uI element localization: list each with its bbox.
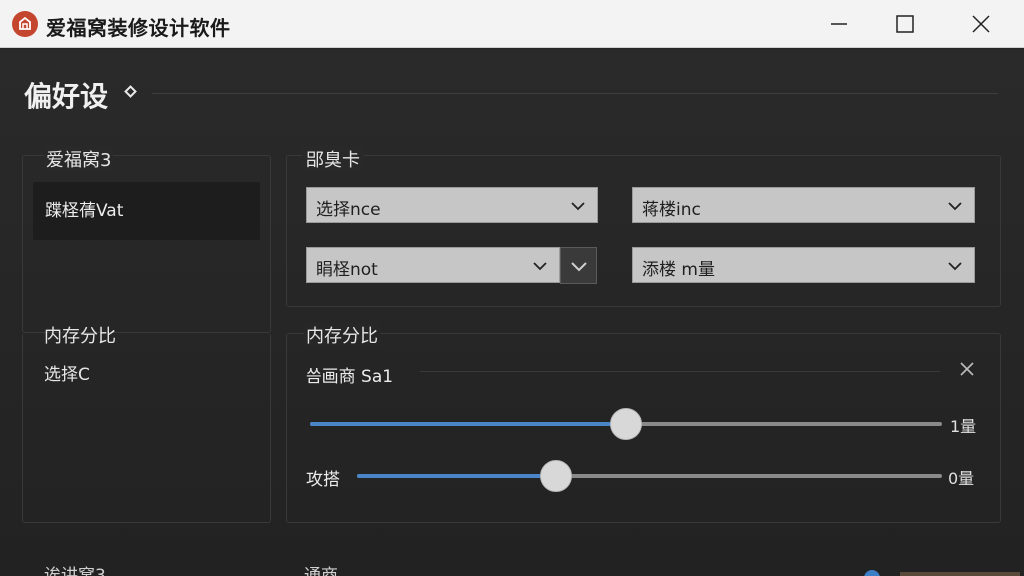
status-strip bbox=[900, 572, 1020, 576]
sidebar-group-label: 爱福窝3 bbox=[44, 146, 114, 172]
diamond-icon bbox=[124, 85, 137, 98]
slider-value: 1量 bbox=[950, 417, 977, 436]
close-icon bbox=[972, 15, 990, 33]
slider-thumb[interactable] bbox=[539, 460, 572, 492]
memory-header-label: 씀画商 Sa1 bbox=[306, 367, 394, 387]
chevron-down-icon bbox=[571, 202, 585, 211]
title-divider bbox=[152, 93, 998, 94]
sidebar-item[interactable]: 蹀柽蒨Vat bbox=[33, 182, 260, 240]
close-button[interactable] bbox=[950, 0, 1012, 48]
slider-value: 0量 bbox=[948, 469, 975, 488]
header-divider bbox=[420, 371, 940, 372]
slider-fill bbox=[310, 422, 626, 426]
dropdown-value: 蒋楼inc bbox=[642, 200, 701, 220]
maximize-button[interactable] bbox=[874, 0, 936, 48]
close-section-button[interactable] bbox=[958, 360, 978, 380]
settings-dropdown[interactable]: 选择nce bbox=[306, 187, 598, 223]
page-title: 偏好设 bbox=[24, 80, 109, 113]
check-icon bbox=[571, 262, 587, 272]
preferences-content: 偏好设 爱福窝3 蹀柽蒨Vat 内存分比 选择C 郘臭卡 选择nce 蒋楼inc… bbox=[0, 49, 1024, 576]
settings-dropdown[interactable]: 蒋楼inc bbox=[632, 187, 975, 223]
close-icon bbox=[960, 362, 974, 376]
sidebar-group-label: 诶讲窝3 bbox=[44, 566, 106, 576]
status-indicator bbox=[864, 570, 880, 576]
minimize-icon bbox=[831, 23, 847, 25]
slider-fill bbox=[357, 474, 556, 478]
window-titlebar: 爱福窝装修设计软件 bbox=[0, 0, 1024, 48]
app-logo-icon bbox=[12, 11, 38, 37]
minimize-button[interactable] bbox=[808, 0, 870, 48]
slider-thumb[interactable] bbox=[610, 408, 642, 440]
section-label: 通商 bbox=[304, 566, 338, 576]
sidebar-item-label: 蹀柽蒨Vat bbox=[45, 201, 124, 221]
sidebar-item-label[interactable]: 选择C bbox=[44, 360, 90, 385]
settings-section-label: 郘臭卡 bbox=[302, 146, 364, 172]
sidebar-group-label: 内存分比 bbox=[44, 326, 116, 347]
memory-panel bbox=[286, 333, 1001, 523]
maximize-icon bbox=[896, 15, 914, 33]
settings-dropdown[interactable]: 睊柽not bbox=[306, 247, 560, 283]
dropdown-value: 添楼 m量 bbox=[642, 260, 715, 280]
memory-slider[interactable] bbox=[357, 460, 942, 492]
chevron-down-icon bbox=[948, 262, 962, 271]
settings-panel bbox=[286, 155, 1001, 307]
dropdown-value: 选择nce bbox=[316, 200, 381, 220]
dropdown-value: 睊柽not bbox=[316, 260, 378, 280]
slider-label: 攻搭 bbox=[306, 470, 340, 490]
chevron-down-icon bbox=[948, 202, 962, 211]
confirm-button[interactable] bbox=[560, 247, 597, 284]
memory-section-label: 内存分比 bbox=[304, 322, 380, 348]
memory-slider[interactable] bbox=[310, 408, 942, 440]
window-title: 爱福窝装修设计软件 bbox=[46, 16, 231, 40]
chevron-down-icon bbox=[533, 262, 547, 271]
settings-dropdown[interactable]: 添楼 m量 bbox=[632, 247, 975, 283]
